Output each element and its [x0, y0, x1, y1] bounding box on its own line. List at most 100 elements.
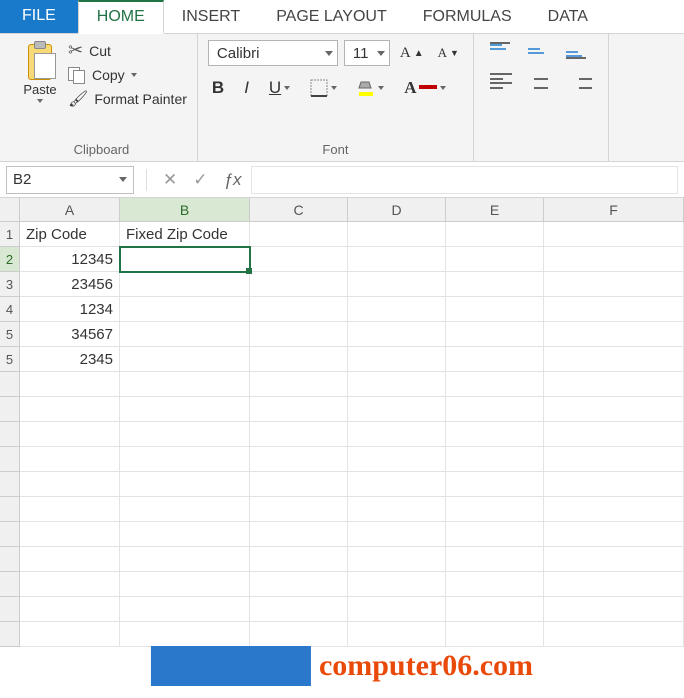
cell[interactable]: [250, 322, 348, 347]
cell[interactable]: [348, 347, 446, 372]
cell[interactable]: [544, 272, 684, 297]
cell[interactable]: [348, 222, 446, 247]
column-header-d[interactable]: D: [348, 198, 446, 222]
chevron-down-icon[interactable]: [119, 177, 127, 182]
cell[interactable]: [348, 297, 446, 322]
cell[interactable]: [250, 572, 348, 597]
name-box[interactable]: B2: [6, 166, 134, 194]
cell[interactable]: [20, 597, 120, 622]
cell[interactable]: [348, 472, 446, 497]
cell[interactable]: [544, 447, 684, 472]
cell[interactable]: [544, 297, 684, 322]
align-top-button[interactable]: [486, 40, 514, 61]
cell[interactable]: [544, 472, 684, 497]
cell[interactable]: [20, 547, 120, 572]
border-button[interactable]: [306, 77, 341, 99]
row-header[interactable]: 5: [0, 322, 20, 347]
cell[interactable]: 12345: [20, 247, 120, 272]
cell[interactable]: [250, 272, 348, 297]
cell[interactable]: [446, 422, 544, 447]
cell[interactable]: [250, 497, 348, 522]
cell[interactable]: [544, 222, 684, 247]
align-right-button[interactable]: [566, 71, 596, 91]
cancel-formula-button[interactable]: ✕: [163, 170, 177, 190]
row-header[interactable]: [0, 622, 20, 647]
cell[interactable]: [250, 422, 348, 447]
cell[interactable]: [20, 422, 120, 447]
cell[interactable]: [446, 322, 544, 347]
cell[interactable]: [446, 372, 544, 397]
cell[interactable]: [120, 622, 250, 647]
tab-file[interactable]: FILE: [0, 0, 78, 33]
cell[interactable]: [446, 222, 544, 247]
row-header[interactable]: [0, 422, 20, 447]
cell[interactable]: [250, 397, 348, 422]
formula-bar[interactable]: [251, 166, 678, 194]
fill-handle[interactable]: [246, 268, 252, 274]
paste-button[interactable]: Paste: [16, 40, 64, 109]
paste-dropdown-icon[interactable]: [37, 99, 43, 103]
cell[interactable]: [120, 422, 250, 447]
cell[interactable]: [446, 472, 544, 497]
cell[interactable]: [544, 572, 684, 597]
cells-area[interactable]: Zip CodeFixed Zip Code123452345612343456…: [20, 222, 684, 647]
cell[interactable]: [20, 572, 120, 597]
cell[interactable]: [544, 597, 684, 622]
copy-dropdown-icon[interactable]: [131, 73, 137, 77]
cell[interactable]: [120, 272, 250, 297]
cell[interactable]: [120, 547, 250, 572]
cell[interactable]: [250, 472, 348, 497]
cell[interactable]: 23456: [20, 272, 120, 297]
tab-data[interactable]: DATA: [530, 0, 606, 33]
row-header[interactable]: 2: [0, 247, 20, 272]
cell[interactable]: [250, 297, 348, 322]
cell[interactable]: [20, 497, 120, 522]
font-size-select[interactable]: 11: [344, 40, 390, 66]
cell[interactable]: [348, 372, 446, 397]
cut-button[interactable]: ✂ Cut: [68, 40, 187, 61]
copy-button[interactable]: Copy: [68, 67, 187, 83]
bold-button[interactable]: B: [208, 76, 228, 100]
accept-formula-button[interactable]: ✓: [193, 170, 207, 190]
cell[interactable]: [348, 397, 446, 422]
cell[interactable]: [348, 447, 446, 472]
cell[interactable]: [20, 522, 120, 547]
cell[interactable]: [544, 622, 684, 647]
cell[interactable]: [250, 622, 348, 647]
cell[interactable]: [544, 372, 684, 397]
cell[interactable]: [120, 347, 250, 372]
cell[interactable]: 34567: [20, 322, 120, 347]
cell[interactable]: [446, 597, 544, 622]
cell[interactable]: [348, 522, 446, 547]
fill-color-button[interactable]: [353, 77, 388, 99]
cell[interactable]: Zip Code: [20, 222, 120, 247]
cell[interactable]: [446, 297, 544, 322]
row-header[interactable]: [0, 372, 20, 397]
cell[interactable]: [446, 547, 544, 572]
row-header[interactable]: [0, 547, 20, 572]
cell[interactable]: [120, 397, 250, 422]
format-painter-button[interactable]: 🖌 Format Painter: [68, 89, 187, 109]
cell[interactable]: [120, 572, 250, 597]
font-color-button[interactable]: A: [400, 76, 450, 100]
italic-button[interactable]: I: [240, 76, 253, 100]
row-header[interactable]: [0, 497, 20, 522]
cell[interactable]: [20, 472, 120, 497]
cell[interactable]: [250, 547, 348, 572]
tab-insert[interactable]: INSERT: [164, 0, 258, 33]
cell[interactable]: [250, 347, 348, 372]
cell[interactable]: [446, 497, 544, 522]
cell[interactable]: 1234: [20, 297, 120, 322]
select-all-corner[interactable]: [0, 198, 20, 222]
cell[interactable]: [120, 472, 250, 497]
cell[interactable]: [250, 447, 348, 472]
tab-home[interactable]: HOME: [78, 0, 164, 34]
cell[interactable]: [348, 247, 446, 272]
cell[interactable]: [348, 272, 446, 297]
cell[interactable]: [348, 622, 446, 647]
cell[interactable]: [446, 272, 544, 297]
cell[interactable]: [20, 447, 120, 472]
cell[interactable]: [348, 322, 446, 347]
grow-font-button[interactable]: A▲: [396, 43, 428, 64]
column-header-a[interactable]: A: [20, 198, 120, 222]
